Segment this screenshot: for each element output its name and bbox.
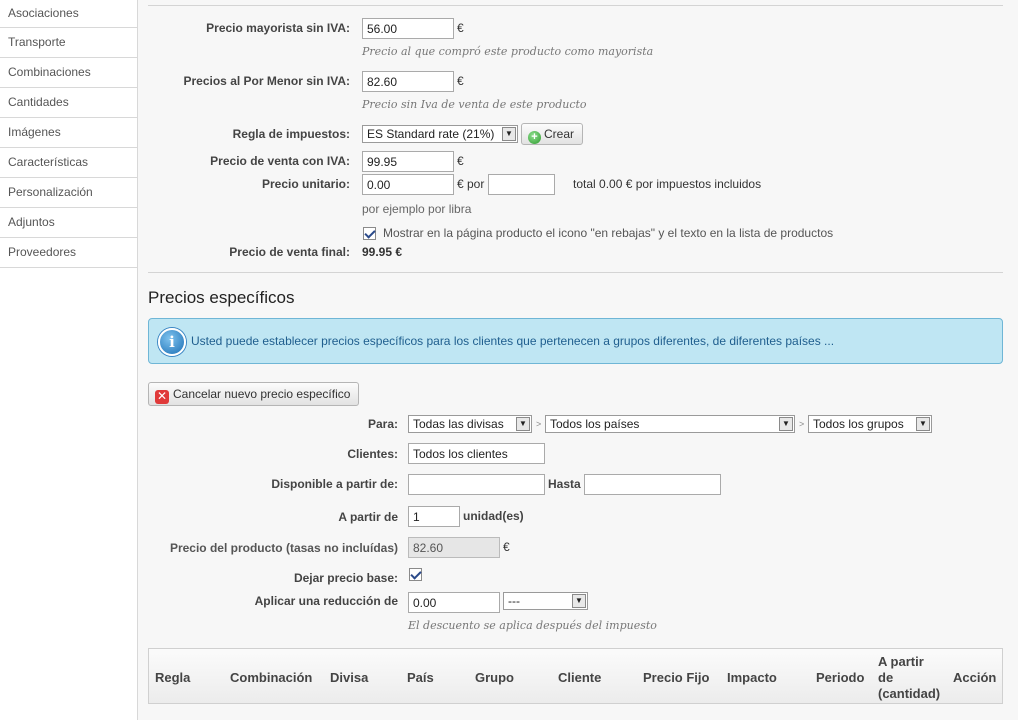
retail-price-hint: Precio sin Iva de venta de este producto	[362, 98, 587, 111]
cancel-label: Cancelar nuevo precio específico	[173, 387, 351, 401]
leave-base-price-checkbox[interactable]	[409, 568, 422, 581]
create-label: Crear	[544, 127, 575, 141]
chevron-down-icon: ▼	[779, 417, 793, 431]
country-select[interactable]: Todos los países ▼	[545, 415, 795, 433]
product-price-label: Precio del producto (tasas no incluídas)	[169, 541, 398, 555]
wholesale-price-input[interactable]	[362, 18, 454, 39]
unit-price-total: total 0.00 € por impuestos incluidos	[573, 177, 762, 191]
sidebar-item-combinaciones[interactable]: Combinaciones	[0, 58, 137, 88]
retail-price-label: Precios al Por Menor sin IVA:	[183, 74, 351, 88]
product-price-input[interactable]	[408, 537, 500, 558]
reduction-label: Aplicar una reducción de	[254, 594, 398, 608]
column-header-accion[interactable]: Acción	[953, 670, 996, 685]
column-header-periodo[interactable]: Periodo	[816, 670, 864, 685]
separator: >	[799, 419, 805, 429]
retail-currency: €	[457, 74, 464, 88]
section-divider	[148, 272, 1003, 273]
sidebar-item-personalizacion[interactable]: Personalización	[0, 178, 137, 208]
unit-price-unit-input[interactable]	[488, 174, 555, 195]
column-header-precio-fijo[interactable]: Precio Fijo	[643, 670, 709, 685]
column-header-impacto[interactable]: Impacto	[727, 670, 777, 685]
info-box: i Usted puede establecer precios específ…	[148, 318, 1003, 364]
wholesale-price-hint: Precio al que compró este producto como …	[362, 45, 654, 58]
quantity-input[interactable]	[408, 506, 460, 527]
sidebar-item-caracteristicas[interactable]: Características	[0, 148, 137, 178]
unit-price-label: Precio unitario:	[261, 177, 350, 191]
retail-price-input[interactable]	[362, 71, 454, 92]
on-sale-label: Mostrar en la página producto el icono "…	[383, 226, 834, 240]
sidebar-item-asociaciones[interactable]: Asociaciones	[0, 0, 137, 28]
country-select-value: Todos los países	[550, 417, 640, 431]
unit-price-hint: por ejemplo por libra	[362, 202, 472, 216]
specific-prices-table-header: Regla Combinación Divisa País Grupo Clie…	[148, 648, 1003, 704]
separator: >	[536, 419, 542, 429]
starting-at-label: A partir de	[338, 510, 398, 524]
leave-base-price-label: Dejar precio base:	[293, 571, 398, 585]
sidebar-item-adjuntos[interactable]: Adjuntos	[0, 208, 137, 238]
column-header-combinacion[interactable]: Combinación	[230, 670, 312, 685]
sidebar-item-proveedores[interactable]: Proveedores	[0, 238, 137, 268]
column-header-regla[interactable]: Regla	[155, 670, 190, 685]
column-header-a-partir-de[interactable]: A partir de (cantidad)	[878, 654, 940, 702]
column-header-line: A partir	[878, 654, 924, 669]
unit-price-per: € por	[457, 177, 485, 191]
column-header-line: de	[878, 670, 894, 685]
chevron-down-icon: ▼	[916, 417, 930, 431]
cancel-specific-price-button[interactable]: ✕ Cancelar nuevo precio específico	[148, 382, 360, 406]
create-tax-rule-button[interactable]: + Crear	[521, 123, 584, 145]
from-date-input[interactable]	[408, 474, 545, 495]
chevron-down-icon: ▼	[572, 594, 586, 608]
prices-panel: Precio mayorista sin IVA: € Precio al qu…	[138, 0, 1018, 720]
sidebar-item-transporte[interactable]: Transporte	[0, 28, 137, 58]
final-price-value: 99.95 €	[362, 245, 403, 259]
currency-select[interactable]: Todas las divisas ▼	[408, 415, 532, 433]
wholesale-currency: €	[457, 21, 464, 35]
wholesale-price-label: Precio mayorista sin IVA:	[206, 21, 350, 35]
sidebar: Asociaciones Transporte Combinaciones Ca…	[0, 0, 138, 720]
clients-input[interactable]	[408, 443, 545, 464]
group-select-value: Todos los grupos	[813, 417, 904, 431]
tax-rule-select[interactable]: ES Standard rate (21%) ▼	[362, 125, 518, 143]
clients-label: Clientes:	[347, 447, 398, 461]
until-label: Hasta	[548, 477, 581, 491]
sidebar-item-cantidades[interactable]: Cantidades	[0, 88, 137, 118]
reduction-hint: El descuento se aplica después del impue…	[408, 619, 657, 632]
until-date-input[interactable]	[584, 474, 721, 495]
unit-price-input[interactable]	[362, 174, 454, 195]
top-divider	[148, 5, 1003, 6]
reduction-input[interactable]	[408, 592, 500, 613]
reduction-type-select[interactable]: --- ▼	[503, 592, 588, 610]
chevron-down-icon: ▼	[516, 417, 530, 431]
para-label: Para:	[367, 417, 398, 431]
column-header-grupo[interactable]: Grupo	[475, 670, 514, 685]
on-sale-checkbox[interactable]	[363, 227, 376, 240]
currency-select-value: Todas las divisas	[413, 417, 504, 431]
group-select[interactable]: Todos los grupos ▼	[808, 415, 932, 433]
tax-rule-label: Regla de impuestos:	[232, 127, 350, 141]
unit-label: unidad(es)	[463, 509, 524, 523]
tax-rule-value: ES Standard rate (21%)	[367, 127, 495, 141]
column-header-divisa[interactable]: Divisa	[330, 670, 368, 685]
column-header-pais[interactable]: País	[407, 670, 434, 685]
chevron-down-icon: ▼	[502, 127, 516, 141]
available-from-label: Disponible a partir de:	[271, 477, 398, 491]
product-price-currency: €	[503, 540, 510, 554]
sale-price-currency: €	[457, 154, 464, 168]
reduction-type-value: ---	[508, 594, 520, 608]
info-text: Usted puede establecer precios específic…	[191, 334, 835, 348]
info-icon: i	[158, 328, 186, 356]
specific-prices-title: Precios específicos	[148, 288, 295, 307]
add-icon: +	[528, 131, 541, 144]
sale-price-label: Precio de venta con IVA:	[210, 154, 350, 168]
sidebar-item-imagenes[interactable]: Imágenes	[0, 118, 137, 148]
sale-price-input[interactable]	[362, 151, 454, 172]
delete-icon: ✕	[155, 389, 169, 404]
final-price-label: Precio de venta final:	[229, 245, 350, 259]
column-header-cliente[interactable]: Cliente	[558, 670, 601, 685]
column-header-line: (cantidad)	[878, 686, 941, 701]
